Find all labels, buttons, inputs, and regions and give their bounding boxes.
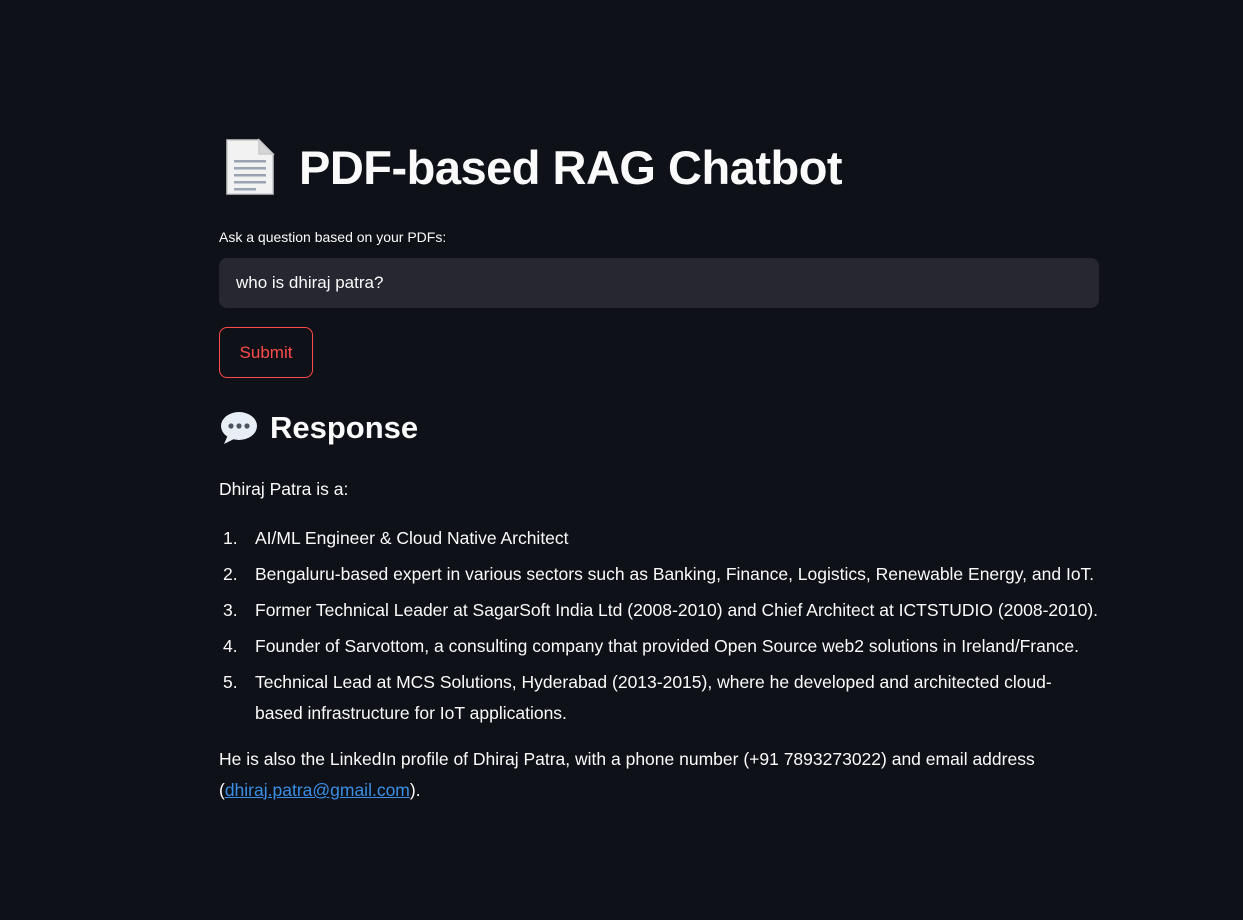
response-heading-text: Response [270, 410, 419, 445]
page-facing-up-icon [226, 138, 275, 195]
speech-balloon-icon [221, 412, 257, 444]
page-title-text: PDF-based RAG Chatbot [299, 140, 843, 194]
list-item: 2. Bengaluru-based expert in various sec… [219, 559, 1099, 590]
list-item-number: 2. [223, 564, 238, 584]
response-heading: Response [219, 410, 418, 446]
question-input[interactable] [219, 258, 1099, 308]
list-item: 3. Former Technical Leader at SagarSoft … [219, 595, 1099, 626]
response-intro: Dhiraj Patra is a: [219, 479, 349, 499]
list-item: 1. AI/ML Engineer & Cloud Native Archite… [219, 523, 1099, 554]
list-item-number: 1. [223, 528, 238, 548]
list-item: 4. Founder of Sarvottom, a consulting co… [219, 631, 1099, 662]
submit-button[interactable]: Submit [219, 327, 313, 378]
app-root: PDF-based RAG Chatbot Ask a question bas… [0, 0, 1243, 920]
response-outro: He is also the LinkedIn profile of Dhira… [219, 744, 1099, 806]
list-item-text: Technical Lead at MCS Solutions, Hyderab… [255, 672, 1052, 723]
list-item-text: AI/ML Engineer & Cloud Native Architect [255, 528, 569, 548]
question-input-label: Ask a question based on your PDFs: [219, 229, 447, 245]
list-item-text: Founder of Sarvottom, a consulting compa… [255, 636, 1079, 656]
list-item-number: 5. [223, 672, 238, 692]
page-title: PDF-based RAG Chatbot [219, 136, 843, 198]
response-body: Dhiraj Patra is a: 1. AI/ML Engineer & C… [219, 474, 1099, 806]
list-item-text: Bengaluru-based expert in various sector… [255, 564, 1095, 584]
list-item-text: Former Technical Leader at SagarSoft Ind… [255, 600, 1099, 620]
list-item-number: 3. [223, 600, 238, 620]
list-item: 5. Technical Lead at MCS Solutions, Hyde… [219, 667, 1099, 729]
answer-list: 1. AI/ML Engineer & Cloud Native Archite… [219, 523, 1099, 729]
outro-suffix: ). [409, 780, 421, 800]
list-item-number: 4. [223, 636, 238, 656]
email-link[interactable]: dhiraj.patra@gmail.com [225, 780, 410, 800]
